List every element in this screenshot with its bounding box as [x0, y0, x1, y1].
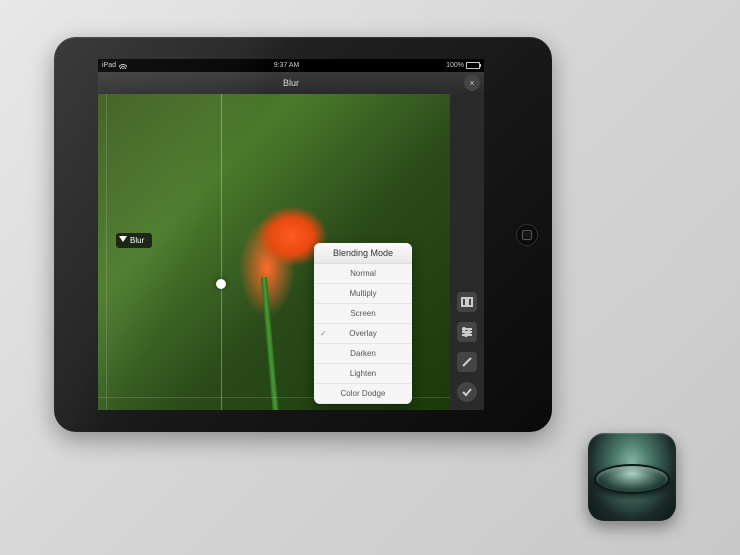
blending-mode-popover: Blending Mode NormalMultiplyScreenOverla… — [314, 243, 412, 404]
blend-mode-darken[interactable]: Darken — [314, 344, 412, 364]
device-label: iPad — [102, 62, 116, 69]
camera-dot — [76, 233, 80, 237]
flower-stem — [261, 277, 279, 410]
split-handle[interactable] — [216, 279, 226, 289]
home-button[interactable] — [516, 224, 538, 246]
blend-mode-normal[interactable]: Normal — [314, 264, 412, 284]
battery-percent: 100% — [446, 62, 464, 69]
top-bar: Blur × — [98, 72, 484, 95]
sliders-tool[interactable] — [457, 322, 477, 342]
right-toolbar — [450, 94, 484, 410]
split-line — [221, 94, 222, 410]
image-canvas[interactable]: Blur Blending Mode NormalMultiplyScreenO… — [98, 94, 450, 410]
close-button[interactable]: × — [464, 75, 480, 91]
blend-mode-color-dodge[interactable]: Color Dodge — [314, 384, 412, 404]
clock: 9:37 AM — [127, 62, 446, 69]
apply-tool[interactable] — [457, 382, 477, 402]
effect-label[interactable]: Blur — [116, 233, 152, 248]
blend-mode-multiply[interactable]: Multiply — [314, 284, 412, 304]
wifi-icon — [119, 63, 127, 69]
brush-tool[interactable] — [457, 352, 477, 372]
blend-mode-overlay[interactable]: Overlay — [314, 324, 412, 344]
compare-tool[interactable] — [457, 292, 477, 312]
close-icon: × — [469, 78, 474, 88]
popover-title: Blending Mode — [314, 243, 412, 264]
brush-icon — [461, 356, 473, 368]
check-icon — [461, 386, 473, 398]
page-title: Blur — [283, 78, 299, 88]
sliders-icon — [461, 326, 473, 338]
blend-mode-lighten[interactable]: Lighten — [314, 364, 412, 384]
guide-vertical — [106, 94, 107, 410]
screen: iPad 9:37 AM 100% Blur × Blur Blending M… — [98, 59, 484, 410]
ipad-device: iPad 9:37 AM 100% Blur × Blur Blending M… — [54, 37, 552, 432]
status-bar: iPad 9:37 AM 100% — [98, 59, 484, 72]
lens-icon — [594, 464, 670, 494]
battery-icon — [466, 62, 480, 69]
blend-mode-screen[interactable]: Screen — [314, 304, 412, 324]
compare-icon — [461, 296, 473, 308]
app-icon[interactable] — [588, 433, 676, 521]
